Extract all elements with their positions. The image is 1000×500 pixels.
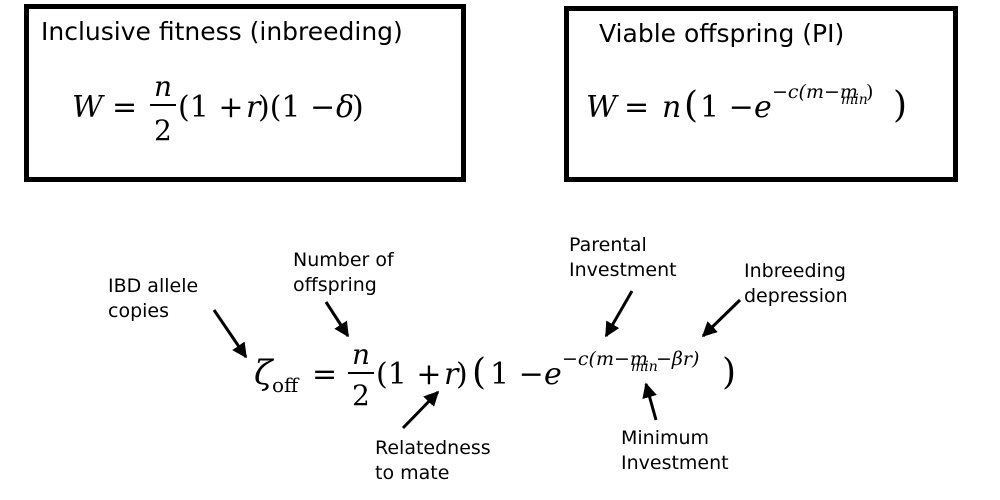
arrow-ibd <box>212 309 248 359</box>
svg-text:n: n <box>662 90 681 125</box>
svg-text:): ) <box>722 352 736 393</box>
svg-text:min: min <box>841 92 868 108</box>
svg-text:2: 2 <box>154 114 172 147</box>
svg-text:): ) <box>352 90 364 125</box>
svg-text:=: = <box>112 90 137 125</box>
svg-text:off: off <box>272 373 300 397</box>
svg-text:W: W <box>586 90 619 125</box>
label-minimum-investment: Minimum Investment <box>621 427 729 474</box>
svg-text:2: 2 <box>352 379 370 412</box>
svg-text:(1 +: (1 + <box>376 357 441 392</box>
label-parental-investment: Parental Investment <box>569 234 677 281</box>
arrow-offspring <box>324 301 350 338</box>
label-number-of-offspring: Number of offspring <box>293 249 394 296</box>
viable-offspring-equation: W = n ( 1 − e −c(m−m min ) ) <box>586 81 907 126</box>
svg-text:1 −: 1 − <box>490 357 544 392</box>
arrow-inbreeding <box>701 298 742 338</box>
svg-text:): ) <box>866 81 873 103</box>
svg-text:=: = <box>312 357 337 392</box>
svg-text:min: min <box>631 359 658 375</box>
arrow-relatedness <box>401 390 440 430</box>
svg-text:n: n <box>154 70 172 103</box>
svg-text:)(1 −: )(1 − <box>258 90 335 125</box>
diagram-canvas: W = n 2 (1 + r )(1 − δ ) W = n ( 1 − e −… <box>72 70 907 430</box>
svg-text:e: e <box>544 357 562 392</box>
svg-text:n: n <box>352 338 370 371</box>
svg-text:(1 +: (1 + <box>178 90 243 125</box>
offspring-fitness-equation: ζ off = n 2 (1 + r ) ( 1 − e −c(m−m min … <box>254 338 736 412</box>
inclusive-fitness-equation: W = n 2 (1 + r )(1 − δ ) <box>72 70 364 147</box>
arrow-minimum <box>642 382 658 421</box>
arrow-parental <box>604 290 634 338</box>
svg-text:1 −: 1 − <box>700 90 754 125</box>
label-relatedness-to-mate: Relatedness to mate <box>375 437 491 484</box>
svg-text:=: = <box>624 90 649 125</box>
svg-text:(: ( <box>684 85 698 126</box>
svg-text:): ) <box>893 85 907 126</box>
label-inbreeding-depression: Inbreeding depression <box>744 260 848 307</box>
svg-text:e: e <box>754 90 772 125</box>
svg-text:): ) <box>456 357 468 392</box>
svg-text:(: ( <box>472 352 486 393</box>
svg-text:−βr): −βr) <box>656 348 699 370</box>
svg-text:W: W <box>72 90 105 125</box>
label-ibd-allele-copies: IBD allele copies <box>108 275 199 322</box>
